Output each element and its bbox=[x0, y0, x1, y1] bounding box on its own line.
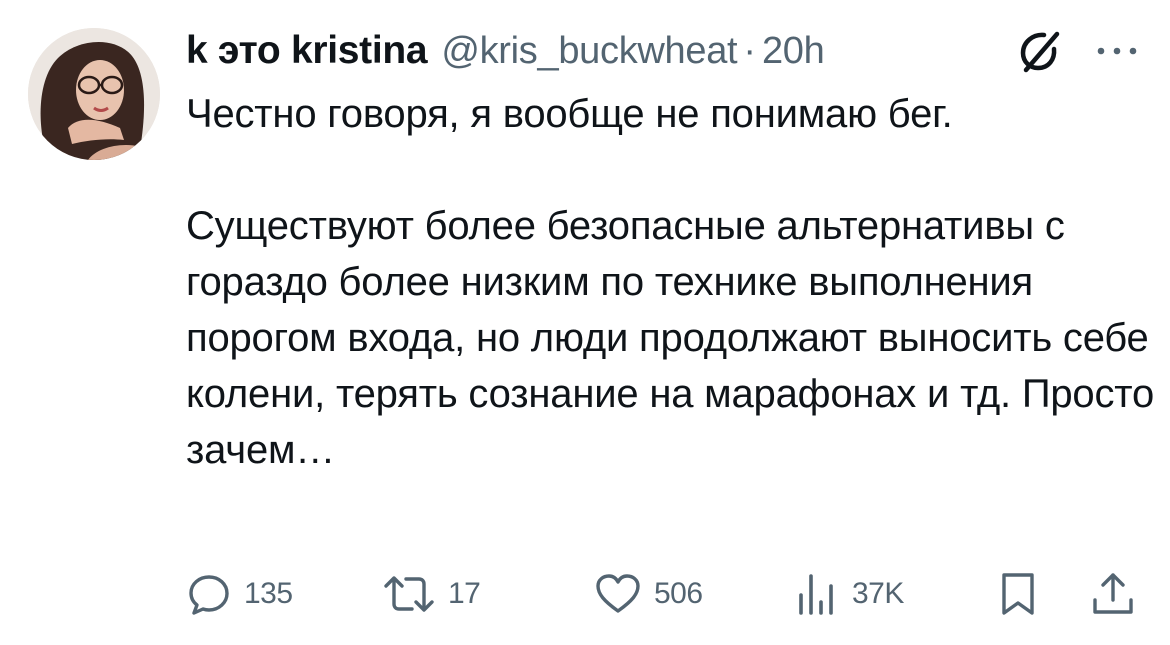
views-button[interactable]: 37K bbox=[794, 566, 904, 622]
views-icon bbox=[799, 574, 833, 615]
like-count: 506 bbox=[654, 577, 703, 610]
like-icon bbox=[596, 574, 640, 613]
retweet-icon bbox=[384, 576, 434, 612]
tweet-text: Честно говоря, я вообще не понимаю бег. … bbox=[186, 92, 1154, 472]
retweet-button[interactable]: 17 bbox=[382, 566, 481, 622]
grok-icon[interactable] bbox=[1013, 26, 1063, 76]
display-name[interactable]: k это kristina bbox=[186, 29, 428, 73]
separator-dot: · bbox=[743, 29, 756, 72]
reply-count: 135 bbox=[244, 577, 293, 610]
share-button[interactable] bbox=[1090, 566, 1136, 622]
action-bar: 135 17 506 37K bbox=[186, 566, 1146, 622]
bookmark-button[interactable] bbox=[998, 566, 1038, 622]
tweet-header: k это kristina @kris_buckwheat · 20h bbox=[186, 26, 825, 76]
reply-icon bbox=[189, 575, 229, 615]
avatar-photo bbox=[28, 28, 160, 160]
avatar[interactable] bbox=[28, 28, 160, 160]
user-handle[interactable]: @kris_buckwheat bbox=[441, 30, 737, 73]
tweet[interactable]: k это kristina @kris_buckwheat · 20h Чес… bbox=[0, 0, 1170, 645]
views-count: 37K bbox=[852, 577, 904, 610]
share-icon bbox=[1093, 573, 1133, 614]
bookmark-icon bbox=[1002, 573, 1034, 615]
more-dots-icon[interactable] bbox=[1092, 36, 1142, 66]
timestamp[interactable]: 20h bbox=[762, 30, 825, 73]
like-button[interactable]: 506 bbox=[594, 566, 703, 622]
retweet-count: 17 bbox=[448, 577, 481, 610]
reply-button[interactable]: 135 bbox=[186, 566, 293, 622]
